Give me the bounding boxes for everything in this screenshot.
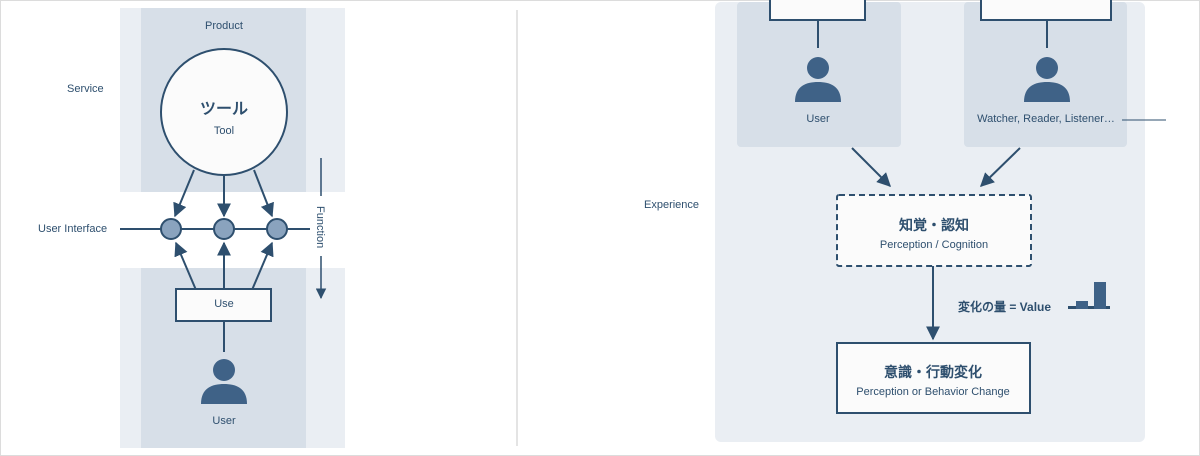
change-label-jp: 意識・行動変化 xyxy=(884,364,982,380)
tool-label-jp: ツール xyxy=(199,101,248,118)
change-label-en: Perception or Behavior Change xyxy=(856,386,1010,398)
audience-source-box xyxy=(980,0,1112,21)
perception-label-en: Perception / Cognition xyxy=(879,239,989,251)
value-label: 変化の量 = Value xyxy=(958,300,1052,314)
ui-node-2 xyxy=(213,218,235,240)
product-label: Product xyxy=(205,20,243,32)
ui-node-3 xyxy=(266,218,288,240)
perception-label-jp: 知覚・認知 xyxy=(899,217,969,233)
user-label-left: User xyxy=(212,415,236,427)
user-interface-label: User Interface xyxy=(38,223,108,235)
user-source-box xyxy=(769,0,866,21)
left-diagram xyxy=(120,8,345,448)
tool-label-en: Tool xyxy=(213,125,235,137)
perception-label-group: 知覚・認知 Perception / Cognition xyxy=(839,215,1029,251)
use-label: Use xyxy=(214,298,234,310)
tool-label-group: ツール Tool xyxy=(164,95,284,137)
user-label-right: User xyxy=(806,113,830,125)
service-label: Service xyxy=(67,83,104,95)
audience-label: Watcher, Reader, Listener… xyxy=(977,113,1115,125)
change-label-group: 意識・行動変化 Perception or Behavior Change xyxy=(838,362,1028,398)
ui-node-1 xyxy=(160,218,182,240)
function-label: Function xyxy=(314,205,326,249)
experience-label: Experience xyxy=(644,199,700,211)
